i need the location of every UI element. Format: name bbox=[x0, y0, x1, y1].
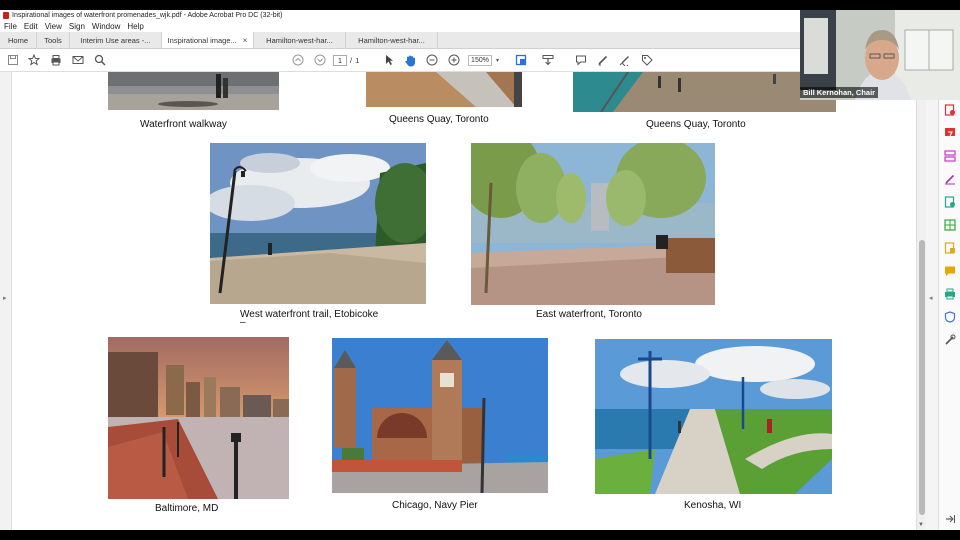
photo-east-waterfront bbox=[471, 143, 715, 305]
caption-west-waterfront-trail: West waterfront trail, Etobicoke bbox=[240, 309, 379, 320]
tab-label: Inspirational image... bbox=[167, 35, 237, 45]
zoom-out-icon[interactable] bbox=[425, 54, 439, 67]
tab-label: Interim Use areas -... bbox=[80, 35, 151, 45]
window-titlebar: Inspirational images of waterfront prome… bbox=[0, 10, 800, 21]
combine-files-icon[interactable] bbox=[944, 195, 956, 208]
comment-icon[interactable] bbox=[574, 54, 588, 67]
comment-tool-icon[interactable] bbox=[944, 264, 956, 276]
tag-icon[interactable] bbox=[640, 54, 654, 67]
left-panel-toggle[interactable]: ▸ bbox=[0, 72, 12, 530]
tab-home[interactable]: Home bbox=[0, 32, 37, 48]
menu-window[interactable]: Window bbox=[92, 22, 120, 31]
photo-waterfront-walkway bbox=[108, 72, 279, 110]
photo-baltimore bbox=[108, 337, 289, 499]
menu-file[interactable]: File bbox=[4, 22, 17, 31]
zoom-in-icon[interactable] bbox=[447, 54, 461, 67]
pdf-document-view[interactable]: Waterfront walkway Queens Quay, Toronto … bbox=[12, 72, 916, 530]
hand-icon[interactable] bbox=[403, 54, 417, 67]
chevron-down-icon[interactable]: ▾ bbox=[496, 57, 499, 64]
caption-baltimore: Baltimore, MD bbox=[155, 503, 219, 514]
mail-icon[interactable] bbox=[71, 54, 85, 67]
spreadsheet-icon[interactable] bbox=[944, 218, 956, 231]
caption-queens-quay-2: Queens Quay, Toronto bbox=[646, 119, 746, 130]
menu-edit[interactable]: Edit bbox=[24, 22, 38, 31]
menu-help[interactable]: Help bbox=[127, 22, 143, 31]
select-arrow-icon[interactable] bbox=[382, 54, 396, 67]
pen-icon[interactable] bbox=[596, 54, 610, 67]
tab-label: Hamilton-west-har... bbox=[358, 35, 425, 45]
collapse-pane-icon[interactable] bbox=[944, 512, 956, 524]
export-pdf-icon[interactable] bbox=[944, 126, 956, 138]
caption-queens-quay-1: Queens Quay, Toronto bbox=[389, 114, 489, 125]
tab-document-hamilton-1[interactable]: Hamilton-west-har... bbox=[254, 32, 346, 48]
menu-bar: File Edit View Sign Window Help bbox=[0, 21, 800, 32]
page-down-icon[interactable] bbox=[313, 54, 327, 67]
acrobat-app-icon bbox=[3, 12, 9, 19]
caption-waterfront-walkway: Waterfront walkway bbox=[140, 119, 227, 130]
organize-pages-icon[interactable] bbox=[944, 149, 956, 162]
zoom-level-dropdown[interactable]: 150% bbox=[468, 55, 492, 66]
close-tab-icon[interactable]: × bbox=[243, 36, 248, 45]
chevron-left-icon[interactable]: ◂ bbox=[929, 294, 933, 302]
zoom-control: 150% ▾ bbox=[468, 54, 499, 67]
right-panel-toggle[interactable]: ◂ bbox=[926, 72, 938, 530]
scroll-down-icon[interactable]: ▼ bbox=[918, 522, 924, 528]
tools-pane bbox=[938, 72, 960, 530]
edit-pdf-icon[interactable] bbox=[944, 172, 956, 185]
window-title: Inspirational images of waterfront prome… bbox=[12, 12, 283, 19]
tab-document-hamilton-2[interactable]: Hamilton-west-har... bbox=[346, 32, 438, 48]
caption-chicago-navy-pier: Chicago, Navy Pier bbox=[392, 500, 478, 511]
video-participant-tile: Bill Kernohan, Chair bbox=[800, 10, 960, 100]
screen-top-border bbox=[0, 0, 960, 10]
chevron-right-icon[interactable]: ▸ bbox=[3, 294, 7, 302]
page-total: 1 bbox=[355, 56, 360, 65]
more-tools-icon[interactable] bbox=[944, 333, 956, 345]
main-toolbar: 1 / 1 150% ▾ bbox=[0, 49, 938, 72]
fill-sign-icon[interactable] bbox=[618, 54, 632, 67]
fill-form-icon[interactable] bbox=[944, 241, 956, 254]
scrollbar-thumb[interactable] bbox=[919, 240, 925, 515]
print-icon[interactable] bbox=[49, 54, 63, 67]
save-icon[interactable] bbox=[6, 54, 20, 67]
protect-shield-icon[interactable] bbox=[944, 310, 956, 323]
photo-queens-quay-1 bbox=[366, 72, 522, 107]
marquee-icon[interactable] bbox=[514, 54, 528, 67]
page-up-icon[interactable] bbox=[291, 54, 305, 67]
page-number-input[interactable]: 1 bbox=[333, 55, 347, 66]
read-mode-icon[interactable] bbox=[541, 54, 555, 67]
search-icon[interactable] bbox=[93, 54, 107, 67]
participant-name: Bill Kernohan, Chair bbox=[800, 87, 879, 98]
tab-bar: Home Tools Interim Use areas -... Inspir… bbox=[0, 32, 800, 49]
caption-west-waterfront-trail-mark: – bbox=[240, 317, 246, 328]
create-pdf-icon[interactable] bbox=[944, 103, 956, 116]
photo-queens-quay-2 bbox=[573, 72, 836, 112]
photo-west-waterfront-trail bbox=[210, 143, 426, 304]
screen-bottom-border bbox=[0, 530, 960, 540]
page-separator: / bbox=[350, 56, 353, 65]
photo-kenosha bbox=[595, 339, 832, 494]
caption-east-waterfront: East waterfront, Toronto bbox=[536, 309, 642, 320]
print-production-icon[interactable] bbox=[944, 287, 956, 300]
menu-sign[interactable]: Sign bbox=[69, 22, 85, 31]
caption-kenosha: Kenosha, WI bbox=[684, 500, 742, 511]
vertical-scrollbar[interactable]: ▲ ▼ bbox=[916, 72, 926, 530]
tab-document-inspirational[interactable]: Inspirational image... × bbox=[162, 32, 254, 48]
menu-view[interactable]: View bbox=[45, 22, 62, 31]
star-icon[interactable] bbox=[27, 53, 41, 67]
photo-chicago-navy-pier bbox=[332, 338, 548, 493]
page-navigator: 1 / 1 bbox=[333, 54, 359, 67]
tab-document-interim-use[interactable]: Interim Use areas -... bbox=[70, 32, 162, 48]
tab-label: Hamilton-west-har... bbox=[266, 35, 333, 45]
tab-tools[interactable]: Tools bbox=[37, 32, 70, 48]
